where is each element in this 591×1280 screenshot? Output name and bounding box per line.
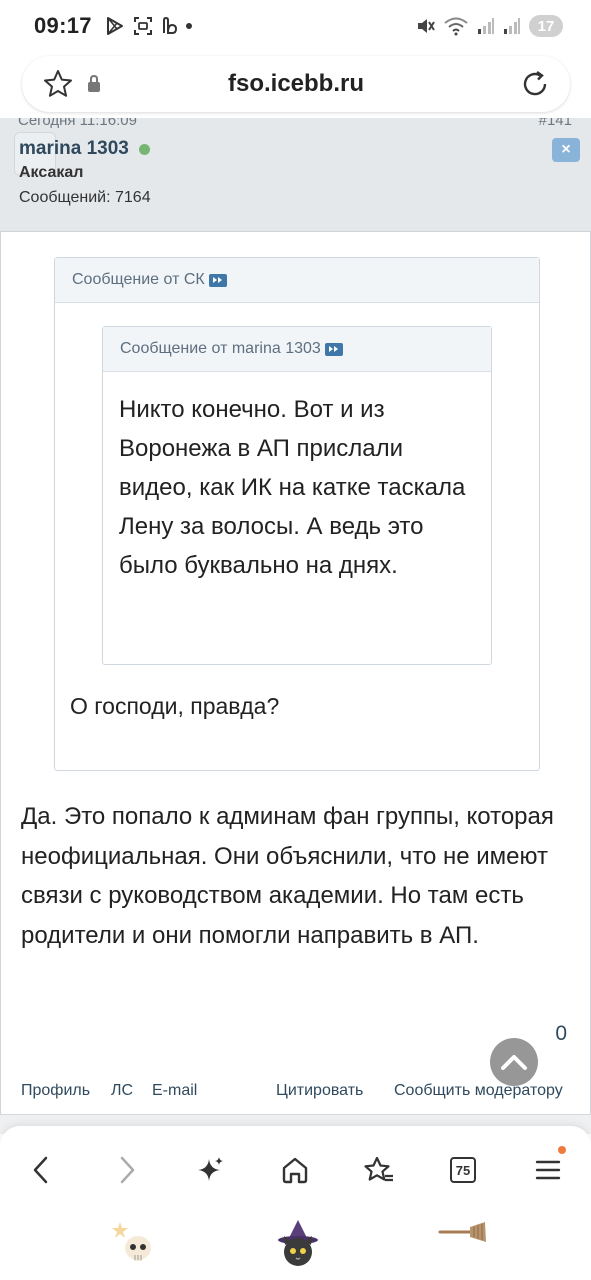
witch-cat-decoration-icon	[278, 1220, 318, 1266]
inner-quote-author: Сообщение от marina 1303	[120, 340, 321, 357]
post-header: Сегодня 11:16:09 #141 marina 1303 Аксака…	[0, 118, 591, 232]
outer-quote: Сообщение от СК Сообщение от marina 1303…	[54, 257, 540, 771]
wifi-icon	[444, 17, 468, 36]
chevron-up-icon	[501, 1055, 527, 1070]
scroll-to-top-button[interactable]	[490, 1038, 538, 1086]
report-link[interactable]: Сообщить модератору	[394, 1082, 563, 1100]
status-right-icons: 17	[415, 15, 563, 37]
author-name[interactable]: marina 1303	[19, 138, 129, 160]
profile-link[interactable]: Профиль	[21, 1082, 90, 1100]
battery-indicator: 17	[529, 15, 563, 37]
post-body: Сообщение от СК Сообщение от marina 1303…	[0, 232, 591, 1114]
pm-link[interactable]: ЛС	[111, 1082, 133, 1100]
outer-quote-header: Сообщение от СК	[55, 258, 539, 303]
back-button[interactable]	[19, 1148, 63, 1192]
nav-row: 75	[0, 1146, 591, 1192]
status-bar: 09:17 17	[0, 0, 591, 52]
broom-decoration-icon	[438, 1222, 486, 1242]
inner-quote-text: Никто конечно. Вот и из Воронежа в АП пр…	[119, 396, 466, 579]
back-icon	[33, 1156, 48, 1184]
inner-quote-header: Сообщение от marina 1303	[103, 327, 491, 372]
post-date: Сегодня 11:16:09	[18, 118, 137, 129]
jump-to-post-icon[interactable]	[208, 273, 227, 287]
author-rank: Аксакал	[19, 164, 84, 181]
tabs-button[interactable]: 75	[441, 1148, 485, 1192]
screenshot-icon	[133, 17, 152, 35]
menu-button[interactable]	[526, 1146, 570, 1192]
bookmarks-button[interactable]	[357, 1148, 401, 1192]
reload-icon[interactable]	[520, 69, 550, 99]
app-icon	[162, 16, 177, 34]
theme-decorations	[0, 1218, 591, 1274]
mute-icon	[418, 19, 435, 33]
author-message-count: Сообщений: 7164	[19, 189, 151, 206]
outer-quote-author: Сообщение от СК	[72, 271, 205, 288]
address-bar[interactable]: fso.icebb.ru	[22, 56, 570, 112]
email-link[interactable]: E-mail	[152, 1082, 197, 1100]
menu-icon	[535, 1160, 561, 1180]
post-text: Да. Это попало к админам фан группы, кот…	[21, 803, 554, 949]
notification-dot	[558, 1146, 566, 1154]
lock-icon	[88, 74, 100, 92]
outer-quote-text: О господи, правда?	[70, 693, 280, 719]
jump-to-post-icon[interactable]	[324, 342, 343, 356]
delete-post-button[interactable]: ×	[552, 138, 580, 162]
inner-quote: Сообщение от marina 1303 Никто конечно. …	[102, 326, 492, 665]
signal-2-icon	[504, 18, 520, 34]
forward-icon	[120, 1156, 135, 1184]
url-text[interactable]: fso.icebb.ru	[22, 70, 570, 98]
post-number-link[interactable]: #141	[539, 118, 572, 129]
sparkle-icon	[198, 1157, 223, 1181]
online-status-icon	[138, 143, 150, 155]
forward-button[interactable]	[105, 1148, 149, 1192]
home-button[interactable]	[273, 1148, 317, 1192]
skull-decoration-icon	[112, 1222, 151, 1261]
ai-assistant-button[interactable]	[189, 1148, 233, 1192]
more-notifications-dot	[185, 23, 192, 29]
signal-1-icon	[478, 18, 494, 34]
browser-screen: { "status_bar": { "time": "09:17", "batt…	[0, 0, 591, 1280]
status-time: 09:17	[34, 13, 92, 38]
bookmark-star-icon[interactable]	[42, 68, 74, 100]
post-author[interactable]: marina 1303	[19, 138, 150, 160]
bookmarks-icon	[364, 1156, 393, 1182]
status-notification-icons	[104, 15, 180, 37]
play-store-icon	[106, 17, 123, 35]
tabs-icon: 75	[450, 1157, 476, 1183]
quote-link[interactable]: Цитировать	[276, 1082, 363, 1100]
browser-bottom-nav: 75	[0, 1126, 591, 1280]
home-icon	[282, 1157, 308, 1184]
like-count[interactable]: 0	[555, 1022, 567, 1046]
